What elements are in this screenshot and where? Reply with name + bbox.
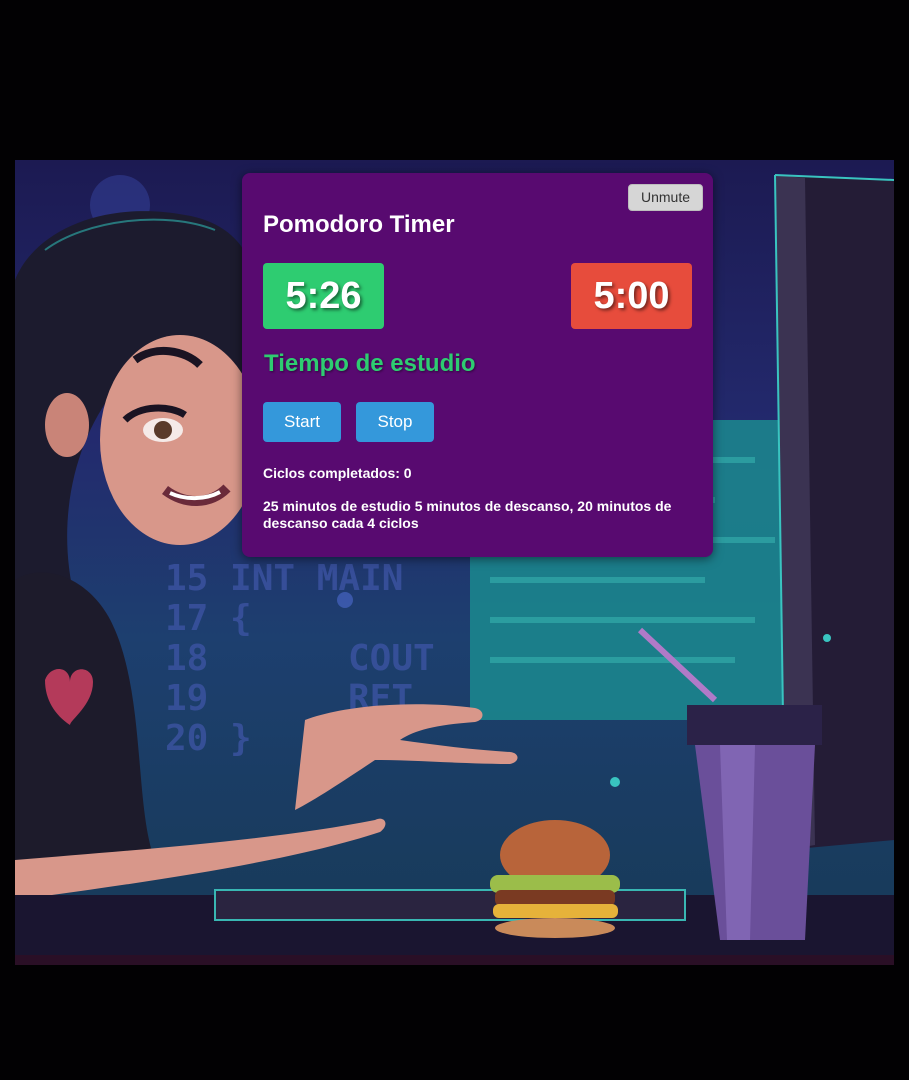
cycles-counter: Ciclos completados: 0 bbox=[263, 465, 412, 481]
mute-toggle-button[interactable]: Unmute bbox=[628, 184, 703, 211]
mode-label: Tiempo de estudio bbox=[264, 350, 476, 377]
code-line: 17 { bbox=[165, 598, 252, 639]
break-timer: 5:00 bbox=[571, 263, 692, 329]
code-line: 19 bbox=[165, 678, 208, 719]
pomodoro-panel: Unmute Pomodoro Timer 5:26 5:00 Tiempo d… bbox=[242, 173, 713, 557]
code-line: 20 } bbox=[165, 718, 252, 759]
study-timer: 5:26 bbox=[263, 263, 384, 329]
info-text: 25 minutos de estudio 5 minutos de desca… bbox=[263, 498, 672, 531]
code-line: 18 bbox=[165, 638, 208, 679]
page-title: Pomodoro Timer bbox=[263, 211, 455, 238]
start-button[interactable]: Start bbox=[263, 402, 341, 442]
stop-button[interactable]: Stop bbox=[356, 402, 434, 442]
code-word: COUT bbox=[348, 638, 435, 679]
code-line: 15 INT MAIN bbox=[165, 558, 403, 599]
